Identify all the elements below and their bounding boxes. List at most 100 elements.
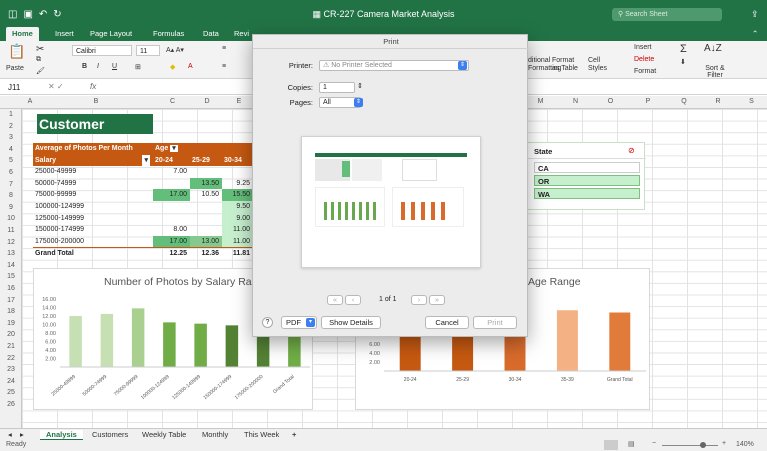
row-header[interactable]: 12 xyxy=(0,239,22,246)
font-select[interactable]: Calibri xyxy=(72,45,132,56)
col-header[interactable]: R xyxy=(700,98,736,105)
row-header[interactable]: 19 xyxy=(0,320,22,327)
prev-page-button[interactable]: ‹ xyxy=(345,295,361,305)
col-header[interactable]: N xyxy=(558,98,593,105)
delete-cells-button[interactable]: Delete xyxy=(634,56,654,63)
col-header[interactable]: A xyxy=(22,98,38,105)
ribbon-options-icon[interactable]: ☺ ˅ xyxy=(535,29,549,38)
row-header[interactable]: 24 xyxy=(0,378,22,385)
add-sheet-button[interactable]: + xyxy=(292,430,296,439)
sheet-tab-weekly-table[interactable]: Weekly Table xyxy=(142,430,186,439)
chevron-updown-icon[interactable]: ⇕ xyxy=(354,98,363,107)
row-header[interactable]: 2 xyxy=(0,123,22,130)
pivot-cell[interactable]: 11.00 xyxy=(222,224,253,236)
pivot-cell[interactable] xyxy=(153,213,190,225)
slicer-item-or[interactable]: OR xyxy=(534,175,640,186)
pivot-cell[interactable]: 9.00 xyxy=(222,212,253,225)
filter-dropdown-icon[interactable]: ▾ xyxy=(170,145,178,152)
italic-button[interactable]: I xyxy=(97,63,99,70)
bar[interactable] xyxy=(194,323,207,367)
ribbon-collapse-icon[interactable]: ⌃ xyxy=(752,29,758,38)
sheet-tab-customers[interactable]: Customers xyxy=(92,430,128,439)
pivot-cell[interactable]: 15.50 xyxy=(222,189,253,201)
next-page-button[interactable]: › xyxy=(411,295,427,305)
col-header[interactable]: P xyxy=(628,98,668,105)
copies-stepper[interactable]: ⇕ xyxy=(357,82,363,90)
row-header[interactable]: 10 xyxy=(0,215,22,222)
bar[interactable] xyxy=(556,310,578,371)
fill-color-icon[interactable]: ◆ xyxy=(170,63,175,71)
clear-filter-icon[interactable]: ⊘ xyxy=(628,146,635,155)
tab-review[interactable]: Revi xyxy=(234,29,249,38)
col-header[interactable]: O xyxy=(593,98,628,105)
scroll-left-icon[interactable]: ◂ xyxy=(8,430,12,439)
name-box[interactable]: J11 xyxy=(8,83,20,92)
row-header[interactable]: 4 xyxy=(0,146,22,153)
align-left-icon[interactable]: ≡ xyxy=(222,63,226,70)
format-painter-icon[interactable]: 🖌 xyxy=(36,67,45,75)
page-layout-view-icon[interactable]: ▤ xyxy=(628,440,635,448)
bar[interactable] xyxy=(609,312,631,372)
pivot-cell[interactable]: 9.50 xyxy=(222,201,253,213)
pivot-cell[interactable] xyxy=(222,166,253,178)
grow-font-icon[interactable]: A▴ A▾ xyxy=(166,46,184,54)
col-header[interactable]: E xyxy=(223,98,255,105)
col-header[interactable]: Q xyxy=(668,98,700,105)
pivot-cell[interactable] xyxy=(190,224,222,236)
pivot-cell[interactable]: 13.50 xyxy=(190,177,222,190)
pivot-cell[interactable]: 7.00 xyxy=(153,166,190,178)
tab-page-layout[interactable]: Page Layout xyxy=(90,29,132,38)
col-header[interactable]: B xyxy=(38,98,154,105)
format-as-table-button[interactable]: Format as Table xyxy=(552,57,582,73)
col-header[interactable]: M xyxy=(523,98,558,105)
pivot-cell[interactable] xyxy=(153,178,190,190)
pivot-cell[interactable]: 13.00 xyxy=(190,235,222,248)
row-header[interactable]: 7 xyxy=(0,181,22,188)
row-header[interactable]: 18 xyxy=(0,308,22,315)
bar[interactable] xyxy=(163,322,176,367)
row-header[interactable]: 25 xyxy=(0,389,22,396)
row-header[interactable]: 9 xyxy=(0,204,22,211)
tab-insert[interactable]: Insert xyxy=(55,29,74,38)
pivot-cell[interactable] xyxy=(190,166,222,178)
cut-icon[interactable]: ✂ xyxy=(36,44,44,55)
bar[interactable] xyxy=(225,325,239,367)
formula-cancel-icon[interactable]: ✕ ✓ xyxy=(48,82,64,91)
search-input[interactable]: ⚲ Search Sheet xyxy=(612,8,722,21)
pivot-cell[interactable]: 11.00 xyxy=(222,235,253,248)
share-icon[interactable]: ⇪ xyxy=(751,9,759,20)
pivot-cell[interactable]: 10.50 xyxy=(190,189,222,201)
row-header[interactable]: 11 xyxy=(0,227,22,234)
pdf-menu-button[interactable]: PDF ▾ xyxy=(281,316,317,329)
col-header[interactable]: S xyxy=(736,98,767,105)
row-header[interactable]: 1 xyxy=(0,111,22,118)
row-header[interactable]: 20 xyxy=(0,331,22,338)
row-header[interactable]: 8 xyxy=(0,192,22,199)
cell-styles-button[interactable]: Cell Styles xyxy=(588,57,610,73)
zoom-in-icon[interactable]: + xyxy=(722,440,726,447)
slicer-item-ca[interactable]: CA xyxy=(534,162,640,173)
font-color-icon[interactable]: A xyxy=(188,63,193,70)
row-header[interactable]: 16 xyxy=(0,285,22,292)
borders-icon[interactable]: ⊞ xyxy=(135,63,141,71)
printer-select[interactable]: ⚠ No Printer Selected xyxy=(319,60,469,71)
row-header[interactable]: 13 xyxy=(0,250,22,257)
paste-button[interactable]: Paste xyxy=(6,65,24,72)
row-header[interactable]: 15 xyxy=(0,273,22,280)
tab-formulas[interactable]: Formulas xyxy=(153,29,184,38)
scroll-right-icon[interactable]: ▸ xyxy=(20,430,24,439)
col-header[interactable]: C xyxy=(154,98,191,105)
row-header[interactable]: 23 xyxy=(0,366,22,373)
sort-filter-icon[interactable]: A↓Z xyxy=(704,43,722,54)
pivot-cell[interactable]: 17.00 xyxy=(153,235,190,248)
sheet-tab-monthly[interactable]: Monthly xyxy=(202,430,228,439)
help-button[interactable]: ? xyxy=(262,317,273,328)
pivot-total-cell[interactable]: 11.81 xyxy=(222,248,253,260)
bar[interactable] xyxy=(100,313,114,367)
print-button[interactable]: Print xyxy=(473,316,517,329)
pivot-cell[interactable] xyxy=(190,201,222,213)
zoom-out-icon[interactable]: − xyxy=(652,440,656,447)
bar[interactable] xyxy=(69,316,82,367)
row-header[interactable]: 21 xyxy=(0,343,22,350)
autosum-icon[interactable]: Σ xyxy=(680,43,687,55)
